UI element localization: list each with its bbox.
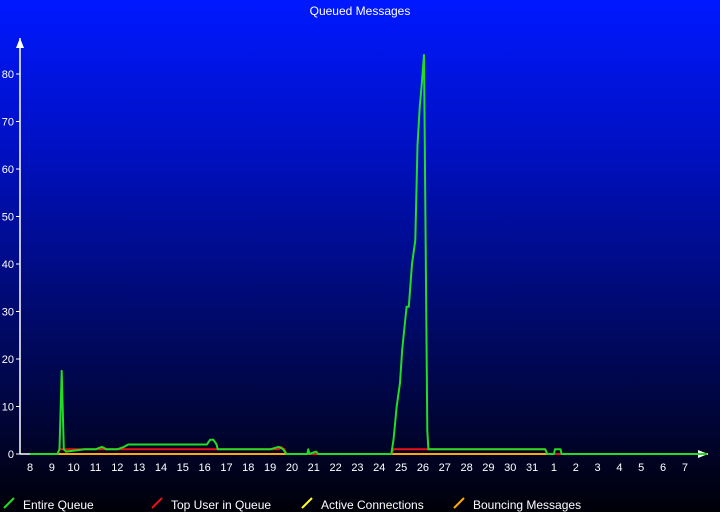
- x-tick-label: 2: [573, 462, 579, 474]
- legend-swatch: [3, 497, 15, 509]
- x-tick-label: 26: [417, 462, 429, 474]
- x-tick-label: 31: [526, 462, 538, 474]
- x-tick-label: 6: [660, 462, 666, 474]
- series-line-entire-queue: [30, 54, 707, 455]
- x-tick-label: 17: [220, 462, 232, 474]
- legend-swatch: [301, 497, 313, 509]
- legend-label: Top User in Queue: [171, 498, 271, 512]
- legend-swatch: [453, 497, 465, 509]
- x-tick-label: 22: [329, 462, 341, 474]
- y-tick-label: 20: [2, 354, 14, 366]
- legend: Entire Queue Top User in Queue Active Conn…: [3, 497, 581, 512]
- x-tick-label: 12: [111, 462, 123, 474]
- y-axis-ticks: 0 10 20 30 40 50 60 70 80: [2, 69, 20, 461]
- queued-messages-chart: Queued Messages 01020304050607080 8 9 10 11…: [2, 4, 708, 512]
- y-tick-label: 50: [2, 212, 14, 224]
- series-line-top-user-in-queue: [30, 445, 707, 455]
- legend-swatch: [151, 497, 163, 509]
- legend-label: Active Connections: [321, 498, 424, 512]
- axes: [16, 38, 708, 458]
- x-tick-label: 16: [199, 462, 211, 474]
- y-axis-arrow: [16, 38, 24, 48]
- x-tick-label: 18: [242, 462, 254, 474]
- series-lines: [30, 54, 707, 455]
- x-tick-label: 3: [595, 462, 601, 474]
- x-tick-label: 9: [49, 462, 55, 474]
- x-tick-label: 11: [90, 462, 101, 474]
- legend-label: Bouncing Messages: [473, 498, 581, 512]
- x-axis-ticks: 8 9 10 11 12 13 14 15 16 17 18 19 20 21 22 23 24 25 26 27 28…: [27, 462, 688, 474]
- x-tick-label: 20: [286, 462, 298, 474]
- x-tick-label: 23: [351, 462, 363, 474]
- x-tick-label: 25: [395, 462, 407, 474]
- x-tick-label: 5: [638, 462, 644, 474]
- y-tick-label: 70: [2, 117, 14, 129]
- x-tick-label: 29: [482, 462, 494, 474]
- x-tick-label: 27: [439, 462, 451, 474]
- x-tick-label: 10: [68, 462, 80, 474]
- x-tick-label: 1: [551, 462, 557, 474]
- x-tick-label: 14: [155, 462, 167, 474]
- x-tick-label: 24: [373, 462, 385, 474]
- x-tick-label: 21: [308, 462, 320, 474]
- x-tick-label: 8: [27, 462, 33, 474]
- chart-title: Queued Messages: [310, 4, 411, 18]
- y-tick-label: 80: [2, 69, 14, 81]
- y-tick-label: 0: [8, 449, 14, 461]
- x-tick-label: 30: [504, 462, 516, 474]
- x-tick-label: 4: [616, 462, 622, 474]
- x-tick-label: 28: [460, 462, 472, 474]
- y-tick-label: 30: [2, 307, 14, 319]
- x-tick-label: 7: [682, 462, 688, 474]
- x-tick-label: 13: [133, 462, 145, 474]
- y-tick-label: 40: [2, 259, 14, 271]
- y-tick-label: 60: [2, 164, 14, 176]
- legend-label: Entire Queue: [23, 498, 94, 512]
- x-tick-label: 15: [177, 462, 189, 474]
- x-tick-label: 19: [264, 462, 276, 474]
- y-tick-label: 10: [2, 402, 14, 414]
